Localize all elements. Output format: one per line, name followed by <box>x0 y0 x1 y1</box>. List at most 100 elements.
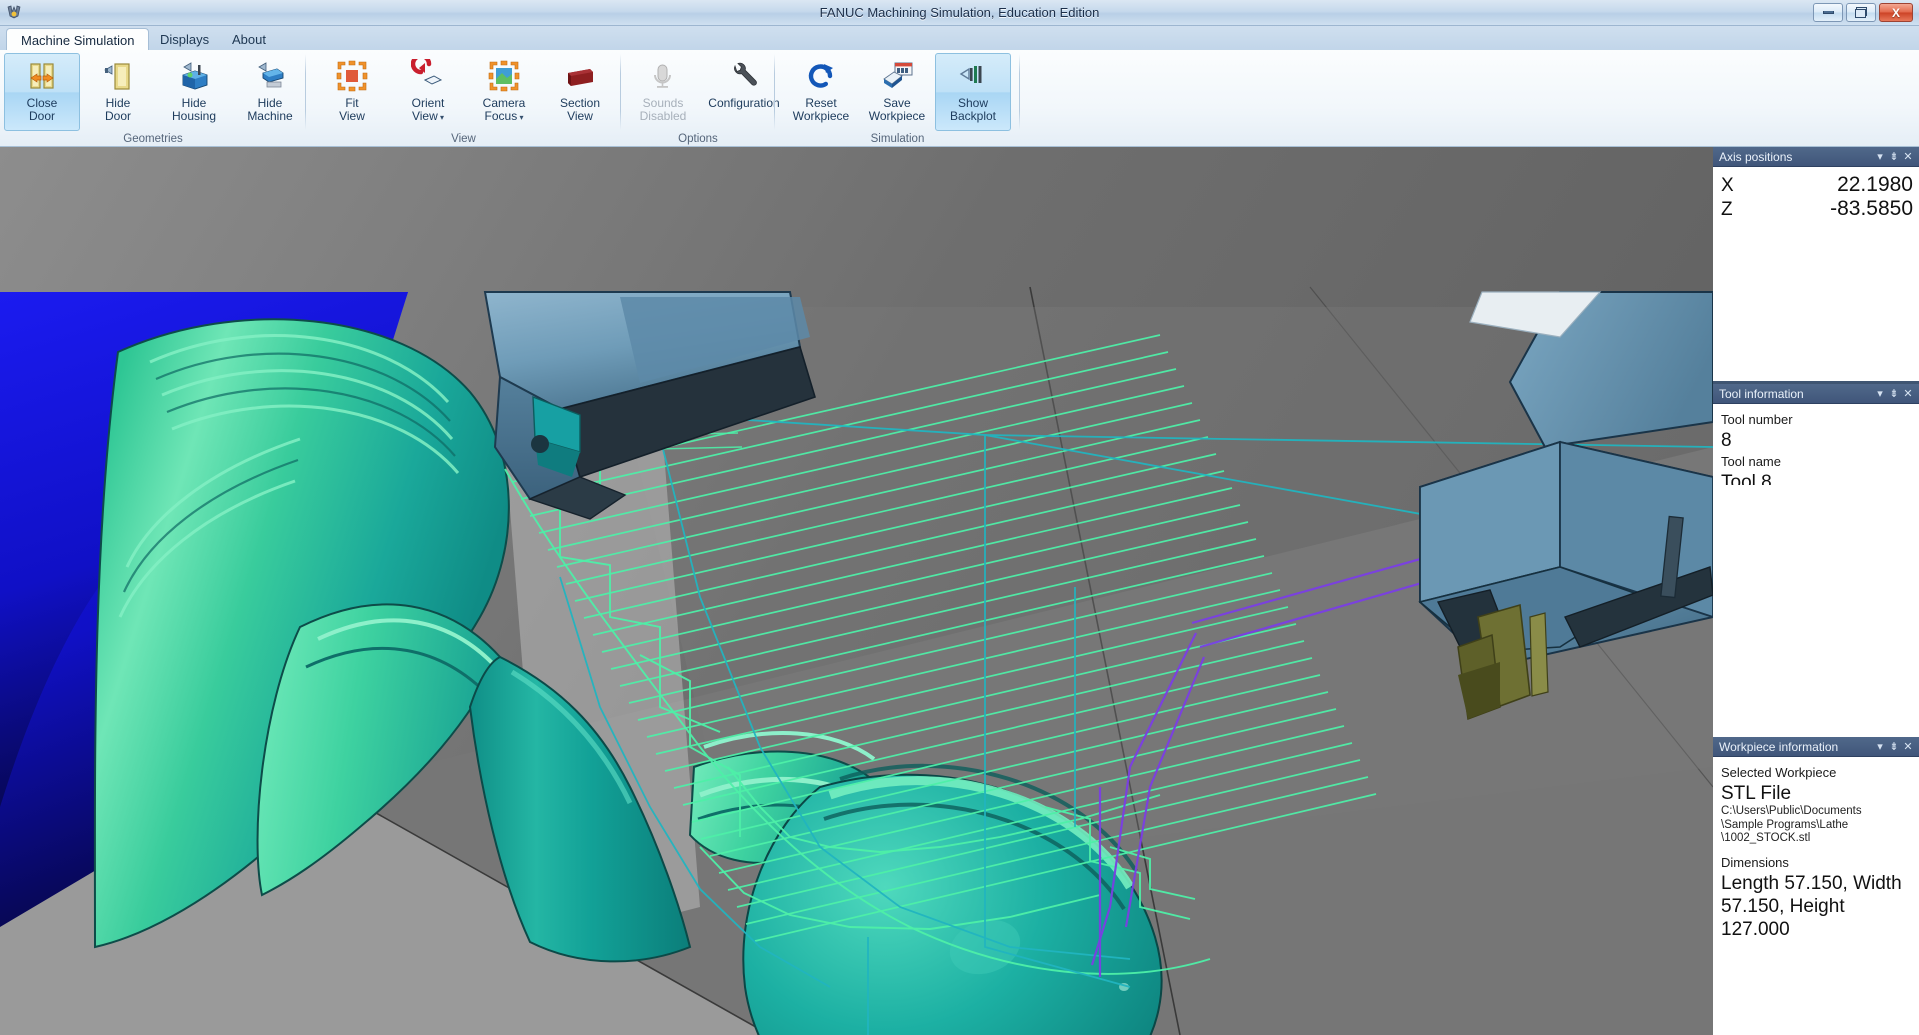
ribbon-group-simulation: Reset Workpiece Save Workpiece Show Back… <box>775 50 1020 147</box>
selected-workpiece-value: STL File <box>1721 783 1792 804</box>
camera-focus-label: Camera Focus ▾ <box>482 96 526 123</box>
window-controls[interactable]: X <box>1813 3 1913 22</box>
orient-view-icon <box>410 53 445 93</box>
tool-name-label: Tool name <box>1721 454 1781 469</box>
chevron-down-icon: ▾ <box>437 113 445 122</box>
window-title: FANUC Machining Simulation, Education Ed… <box>819 5 1100 20</box>
close-icon[interactable]: ✕ <box>1901 387 1915 401</box>
configuration-label: Configuration <box>708 96 780 110</box>
ribbon-group-options: Sounds Disabled Configuration Options <box>621 50 780 147</box>
hide-machine-icon <box>253 59 287 93</box>
dimensions-label: Dimensions <box>1721 854 1789 870</box>
dimensions-value: Length 57.150, Width 57.150, Height 127.… <box>1721 872 1902 940</box>
sounds-disabled-label: Sounds Disabled <box>639 96 687 123</box>
ribbon-group-label-simulation: Simulation <box>870 133 925 145</box>
workpiece-path-line-2: \Sample Programs\Lathe <box>1721 818 1849 831</box>
section-view-label: Section View <box>559 96 601 123</box>
show-backplot-button[interactable]: Show Backplot <box>935 53 1011 131</box>
panel-title-tool-information: Tool information <box>1719 386 1804 401</box>
ribbon-group-label-view: View <box>451 133 476 145</box>
3d-machine-simulation-viewport[interactable] <box>0 147 1713 1035</box>
panel-title-workpiece-information: Workpiece information <box>1719 739 1839 754</box>
hide-door-button[interactable]: Hide Door <box>80 53 156 131</box>
chevron-down-icon[interactable]: ▾ <box>1873 387 1887 401</box>
sounds-disabled-button[interactable]: Sounds Disabled <box>625 53 701 131</box>
close-door-button[interactable]: Close Door <box>4 53 80 131</box>
tab-about[interactable]: About <box>218 28 280 51</box>
workpiece-path-line-1: C:\Users\Public\Documents <box>1721 805 1862 817</box>
panel-title-axis-positions: Axis positions <box>1719 149 1793 164</box>
ribbon-group-label-options: Options <box>678 133 718 145</box>
save-workpiece-label: Save Workpiece <box>868 96 926 123</box>
panel-header-tool-information[interactable]: Tool information ▾ ⇟ ✕ <box>1713 384 1919 404</box>
hide-machine-button[interactable]: Hide Machine <box>232 53 308 131</box>
tab-displays[interactable]: Displays <box>146 28 223 51</box>
fit-view-button[interactable]: Fit View <box>314 53 390 131</box>
workpiece-path-line-3: \1002_STOCK.stl <box>1721 832 1811 844</box>
panel-body-axis-positions: X 22.1980 Z -83.5850 <box>1713 167 1919 381</box>
close-icon[interactable]: ✕ <box>1901 740 1915 754</box>
ribbon-group-label-geometries: Geometries <box>123 133 183 145</box>
section-view-icon <box>563 59 597 93</box>
minimize-icon <box>1822 11 1834 14</box>
tool-number-label: Tool number <box>1721 412 1793 427</box>
fit-view-icon <box>335 59 369 93</box>
camera-focus-icon <box>487 59 521 93</box>
maximize-button[interactable] <box>1846 3 1876 22</box>
hide-housing-label: Hide Housing <box>171 96 217 123</box>
pin-icon[interactable]: ⇟ <box>1887 740 1901 754</box>
panel-workpiece-information: Workpiece information ▾ ⇟ ✕ Selected Wor… <box>1713 737 1919 1035</box>
axis-label-x: X <box>1721 175 1734 196</box>
hide-door-icon <box>101 59 135 93</box>
hide-door-label: Hide Door <box>104 96 131 123</box>
show-backplot-icon <box>956 59 990 93</box>
section-view-button[interactable]: Section View <box>542 53 618 131</box>
group-separator <box>1019 54 1020 130</box>
hide-housing-button[interactable]: Hide Housing <box>156 53 232 131</box>
tool-number-value: 8 <box>1721 430 1732 451</box>
chevron-down-icon: ▾ <box>517 113 524 122</box>
reset-workpiece-icon <box>804 59 838 93</box>
axis-label-z: Z <box>1721 199 1733 220</box>
tab-strip: Machine Simulation Displays About <box>0 26 1919 51</box>
pin-icon[interactable]: ⇟ <box>1887 150 1901 164</box>
close-door-icon <box>25 59 59 93</box>
panel-header-axis-positions[interactable]: Axis positions ▾ ⇟ ✕ <box>1713 147 1919 167</box>
close-button[interactable]: X <box>1879 3 1913 22</box>
close-door-label: Close Door <box>26 96 58 123</box>
save-workpiece-button[interactable]: Save Workpiece <box>859 53 935 131</box>
title-bar: FANUC Machining Simulation, Education Ed… <box>0 0 1919 26</box>
tool-name-value: Tool 8 <box>1721 472 1772 485</box>
reset-workpiece-button[interactable]: Reset Workpiece <box>783 53 859 131</box>
minimize-button[interactable] <box>1813 3 1843 22</box>
close-icon[interactable]: ✕ <box>1901 150 1915 164</box>
axis-value-x: 22.1980 <box>1837 173 1913 196</box>
panel-body-workpiece-information: Selected Workpiece STL File C:\Users\Pub… <box>1713 757 1919 1035</box>
panel-tool-information: Tool information ▾ ⇟ ✕ Tool number 8 Too… <box>1713 384 1919 485</box>
right-dock: Axis positions ▾ ⇟ ✕ X 22.1980 Z -83.585… <box>1713 147 1919 1035</box>
close-icon: X <box>1891 5 1900 20</box>
panel-axis-positions: Axis positions ▾ ⇟ ✕ X 22.1980 Z -83.585… <box>1713 147 1919 381</box>
ribbon-group-view: Fit View Orient View ▾ Camera Focus ▾ Se… <box>306 50 621 147</box>
axis-row-x: X 22.1980 <box>1721 173 1913 197</box>
panel-body-tool-information: Tool number 8 Tool name Tool 8 <box>1713 404 1919 485</box>
orient-view-button[interactable]: Orient View ▾ <box>390 53 466 131</box>
reset-workpiece-label: Reset Workpiece <box>792 96 850 123</box>
speaker-muted-icon <box>646 59 680 93</box>
ribbon-group-geometries: Close Door Hide Door Hide Housing Hide M… <box>0 50 306 147</box>
panel-header-workpiece-information[interactable]: Workpiece information ▾ ⇟ ✕ <box>1713 737 1919 757</box>
orient-view-label: Orient View ▾ <box>411 96 445 123</box>
pin-icon[interactable]: ⇟ <box>1887 387 1901 401</box>
wrench-icon <box>727 59 761 93</box>
camera-focus-button[interactable]: Camera Focus ▾ <box>466 53 542 131</box>
axis-value-z: -83.5850 <box>1830 197 1913 220</box>
axis-row-z: Z -83.5850 <box>1721 197 1913 221</box>
show-backplot-label: Show Backplot <box>949 96 997 123</box>
chevron-down-icon[interactable]: ▾ <box>1873 150 1887 164</box>
hide-housing-icon <box>177 59 211 93</box>
maximize-icon <box>1855 7 1867 18</box>
chevron-down-icon[interactable]: ▾ <box>1873 740 1887 754</box>
save-workpiece-icon <box>880 59 914 93</box>
tab-machine-simulation[interactable]: Machine Simulation <box>6 28 150 51</box>
hide-machine-label: Hide Machine <box>247 96 293 123</box>
